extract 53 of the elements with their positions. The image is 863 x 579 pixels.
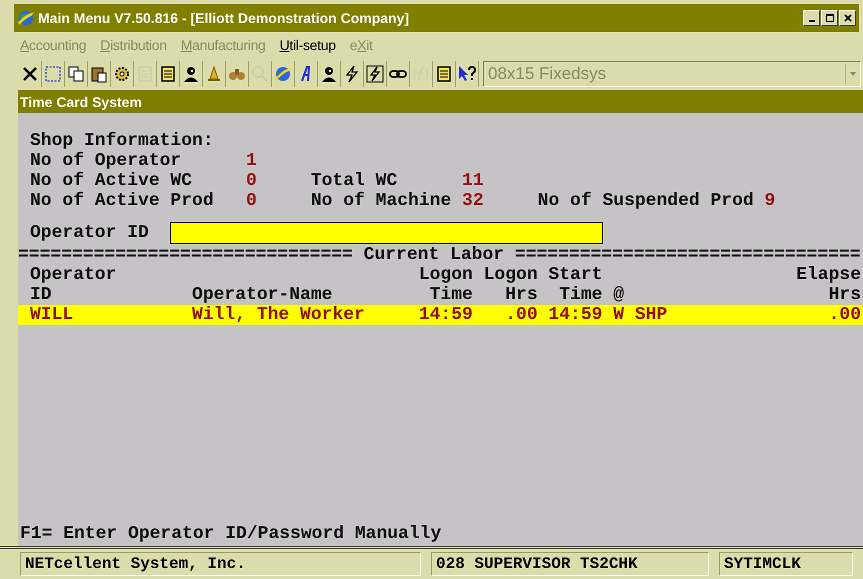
table-cell: 14:59 (418, 305, 473, 325)
section-heading: Shop Information: (30, 131, 214, 151)
field-value: 9 (764, 191, 776, 211)
column-header: Start Time (548, 265, 602, 305)
column-header: Logon Time (418, 265, 473, 305)
status-panel: NETcellent System, Inc. (20, 552, 421, 576)
field-value: 32 (462, 191, 485, 211)
minimize-icon (808, 20, 814, 22)
column-header: Elapse Hrs (796, 265, 861, 305)
screen-title: Time Card System (20, 94, 142, 110)
column-header: Logon Hrs (484, 265, 538, 305)
labor-row[interactable]: WILL Will, The Worker 14:59 .00 14:59 W SHP .00 (18, 305, 863, 325)
column-header: Operator ID (30, 265, 118, 305)
status-panel: SYTIMCLK (719, 552, 853, 576)
maximize-button[interactable] (821, 10, 838, 26)
field-label: No of Suspended Prod (538, 191, 755, 211)
status-panel: 028 SUPERVISOR TS2CHK (431, 552, 709, 576)
operator-id-field[interactable] (170, 222, 604, 244)
column-header: @ (613, 285, 626, 305)
table-cell: Will, The Worker (192, 305, 365, 325)
table-cell: WILL (30, 305, 74, 325)
field-value: 0 (246, 191, 258, 211)
binoculars-icon[interactable] (226, 61, 249, 87)
section-heading: Current Labor (364, 245, 504, 265)
minimize-button[interactable] (803, 10, 820, 26)
table-cell: .00 (828, 305, 861, 325)
window-title: Main Menu V7.50.816 - [Elliott Demonstration Company] (38, 10, 410, 26)
maximize-icon (824, 13, 834, 23)
bolt-box-icon[interactable] (364, 61, 387, 87)
link-icon[interactable] (387, 61, 410, 87)
close-button[interactable] (839, 10, 856, 26)
field-label: No of Active WC (30, 171, 194, 191)
close-icon (842, 13, 852, 23)
field-value: 1 (246, 151, 258, 171)
field-label: Operator ID (30, 223, 150, 243)
menu-item[interactable]: Util-setup (280, 37, 336, 53)
table-cell: .00 (505, 305, 538, 325)
field-label: No of Operator (30, 151, 182, 171)
table-cell: W SHP (613, 305, 668, 325)
field-value: 0 (246, 171, 258, 191)
separator-rule: ================================ (514, 245, 861, 265)
field-value: 11 (462, 171, 485, 191)
column-header: Operator-Name (192, 285, 334, 305)
dropdown-arrow-icon (849, 70, 857, 78)
field-label: No of Machine (310, 191, 452, 211)
table-cell: 14:59 (548, 305, 602, 325)
globe-icon[interactable] (272, 61, 295, 87)
field-label: Total WC (310, 171, 398, 191)
separator-rule: =============================== (18, 245, 353, 265)
globe-icon (17, 9, 35, 27)
field-label: No of Active Prod (30, 191, 215, 211)
help-icon[interactable] (456, 61, 479, 87)
hint-text: F1= Enter Operator ID/Password Manually (20, 524, 442, 544)
